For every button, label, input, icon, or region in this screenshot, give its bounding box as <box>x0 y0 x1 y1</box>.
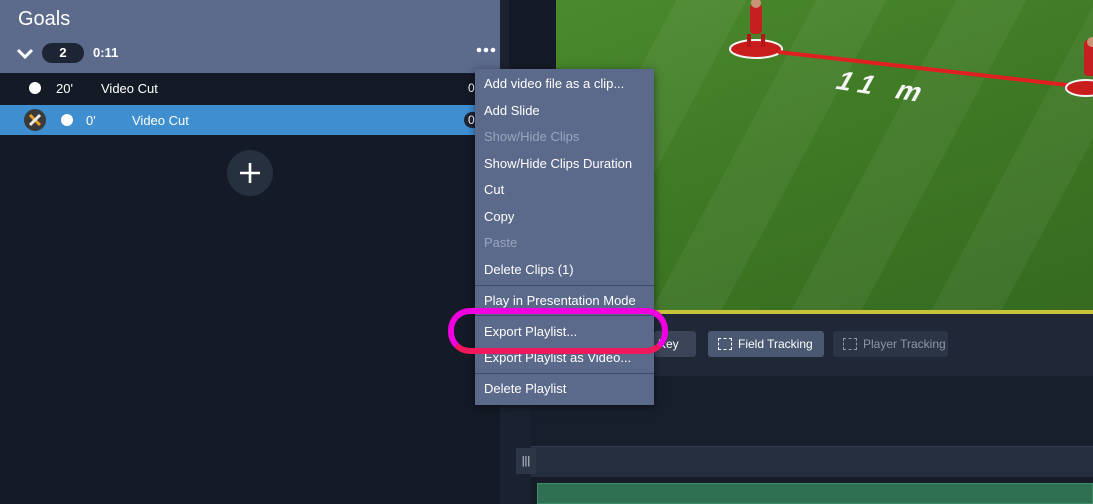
clip-name: Video Cut <box>101 81 158 96</box>
field-tracking-icon <box>718 338 732 350</box>
clip-count-badge: 2 <box>42 43 84 63</box>
menu-item-copy[interactable]: Copy <box>484 209 514 224</box>
field-tracking-button[interactable]: Field Tracking <box>708 331 824 357</box>
clip-status-dot <box>29 82 41 94</box>
playlist-duration: 0:11 <box>93 45 119 60</box>
more-options-icon[interactable] <box>475 44 497 56</box>
menu-item-add-video-file[interactable]: Add video file as a clip... <box>484 76 624 91</box>
plus-icon <box>240 163 260 183</box>
timeline-clip-bar[interactable] <box>537 483 1093 504</box>
menu-separator <box>475 373 654 374</box>
clip-name: Video Cut <box>132 113 189 128</box>
menu-item-show-hide-duration[interactable]: Show/Hide Clips Duration <box>484 156 632 171</box>
player-tracking-icon <box>843 338 857 350</box>
menu-item-delete-playlist[interactable]: Delete Playlist <box>484 381 566 396</box>
menu-item-show-hide-clips: Show/Hide Clips <box>484 129 580 144</box>
context-menu: Add video file as a clip... Add Slide Sh… <box>475 69 654 405</box>
menu-item-presentation-mode[interactable]: Play in Presentation Mode <box>484 293 636 308</box>
clip-row-selected[interactable]: 0' Video Cut 0 <box>0 105 500 135</box>
clip-row[interactable]: 20' Video Cut 0 <box>0 73 500 103</box>
playlist-title: Goals <box>18 8 71 30</box>
player-tracking-label: Player Tracking <box>863 337 946 351</box>
menu-item-add-slide[interactable]: Add Slide <box>484 103 540 118</box>
chevron-down-icon[interactable] <box>14 42 36 64</box>
track-drag-handle[interactable]: ||| <box>516 448 536 474</box>
add-clip-button[interactable] <box>227 150 273 196</box>
timeline-track[interactable] <box>531 446 1093 477</box>
highlight-ring <box>448 308 668 354</box>
playlist-panel: Goals 2 0:11 20' Video Cut 0 0' Video Cu… <box>0 0 500 504</box>
drawing-tools-icon[interactable] <box>24 109 46 131</box>
player-tracking-button[interactable]: Player Tracking <box>833 331 948 357</box>
field-tracking-label: Field Tracking <box>738 337 813 351</box>
playlist-header: Goals 2 0:11 <box>0 0 500 73</box>
clip-time: 20' <box>56 81 73 96</box>
menu-item-delete-clips[interactable]: Delete Clips (1) <box>484 262 574 277</box>
menu-item-paste: Paste <box>484 235 518 250</box>
clip-status-dot <box>61 114 73 126</box>
clip-time: 0' <box>86 113 96 128</box>
menu-item-cut[interactable]: Cut <box>484 182 504 197</box>
menu-separator <box>475 285 654 286</box>
